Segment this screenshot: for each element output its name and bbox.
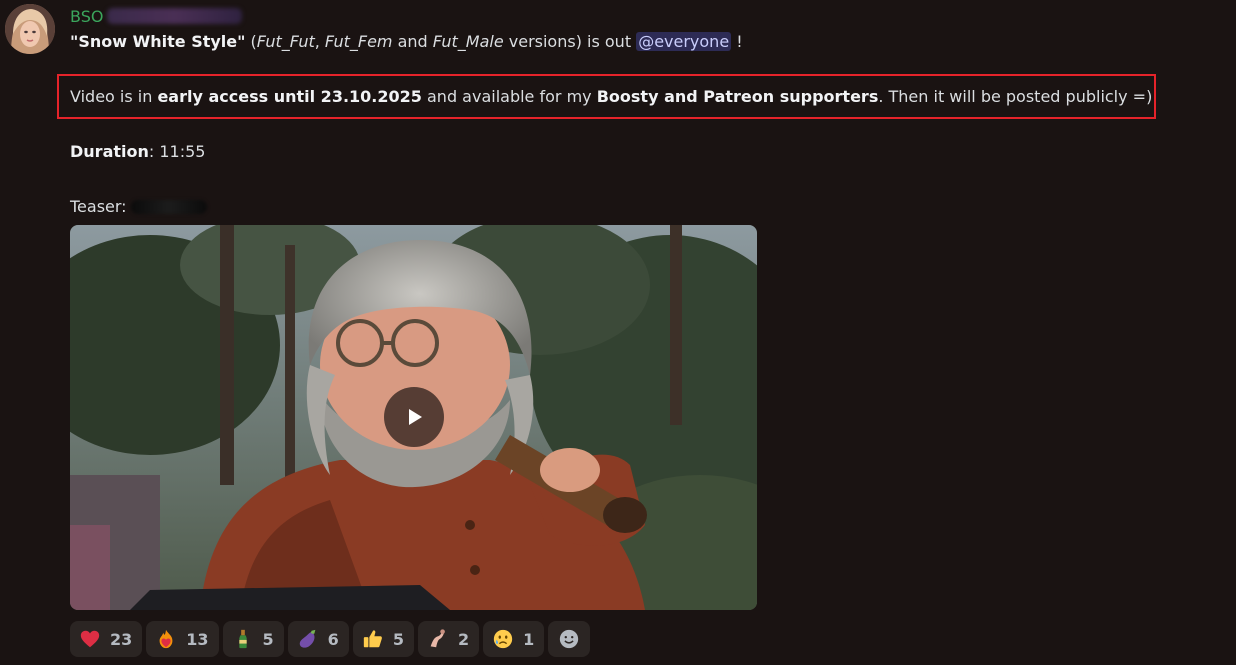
text-fragment: ! (731, 32, 743, 51)
message-line-duration: Duration: 11:55 (70, 141, 205, 163)
message-line-teaser: Teaser: (70, 196, 207, 218)
custom-emoji (426, 627, 450, 651)
redacted-teaser-link[interactable] (130, 200, 207, 214)
chat-message: BSO "Snow White Style" (Fut_Fut, Fut_Fem… (0, 0, 1236, 665)
reaction-thumbs-up[interactable]: 5 (352, 621, 414, 657)
message-header: BSO (70, 5, 243, 27)
reaction-count: 13 (186, 629, 209, 649)
redacted-username-suffix (107, 8, 243, 24)
bottle-emoji (231, 627, 255, 651)
duration-value: : 11:55 (148, 142, 206, 161)
reaction-count: 1 (523, 629, 535, 649)
author-username[interactable]: BSO (70, 7, 103, 26)
reaction-bottle[interactable]: 5 (222, 621, 284, 657)
text-fragment: ( (245, 32, 257, 51)
heart-on-fire-emoji (154, 627, 178, 651)
reaction-count: 5 (262, 629, 274, 649)
reaction-custom[interactable]: 2 (417, 621, 480, 657)
reactions-bar: 23 13 5 6 5 2 1 (70, 621, 591, 657)
supporters-text: Boosty and Patreon supporters (596, 87, 879, 106)
play-button[interactable] (384, 387, 444, 447)
version-fut-fem: Fut_Fem (324, 32, 393, 51)
version-fut-male: Fut_Male (432, 32, 504, 51)
text-fragment: and available for my (421, 87, 597, 106)
text-fragment: , (314, 32, 325, 51)
heart-emoji (78, 627, 102, 651)
title-text: "Snow White Style" (70, 32, 246, 51)
text-fragment: and (392, 32, 433, 51)
version-fut-fut: Fut_Fut (256, 32, 315, 51)
reaction-sad-face[interactable]: 1 (483, 621, 545, 657)
thumbs-up-emoji (361, 627, 385, 651)
sad-face-emoji (491, 627, 515, 651)
eggplant-emoji (296, 627, 320, 651)
smiley-add-icon (560, 629, 579, 649)
reaction-heart[interactable]: 23 (70, 621, 143, 657)
author-avatar[interactable] (5, 4, 55, 54)
text-fragment: . Then it will be posted publicly =) (878, 87, 1153, 106)
reaction-count: 2 (457, 629, 470, 649)
reaction-count: 23 (110, 629, 133, 649)
message-line-early-access: Video is in early access until 23.10.202… (70, 86, 1152, 108)
add-reaction-button[interactable] (548, 621, 591, 657)
reaction-count: 5 (392, 629, 404, 649)
video-embed[interactable] (70, 225, 757, 610)
duration-label: Duration (70, 142, 149, 161)
everyone-mention[interactable]: @everyone (636, 32, 732, 51)
message-line-announcement: "Snow White Style" (Fut_Fut, Fut_Fem and… (70, 31, 743, 53)
text-fragment: versions) is out (503, 32, 637, 51)
reaction-heart-on-fire[interactable]: 13 (146, 621, 219, 657)
teaser-label: Teaser: (70, 197, 127, 216)
reaction-eggplant[interactable]: 6 (287, 621, 349, 657)
play-icon (409, 409, 422, 425)
reaction-count: 6 (327, 629, 339, 649)
early-access-text: early access until 23.10.2025 (157, 87, 422, 106)
text-fragment: Video is in (70, 87, 158, 106)
